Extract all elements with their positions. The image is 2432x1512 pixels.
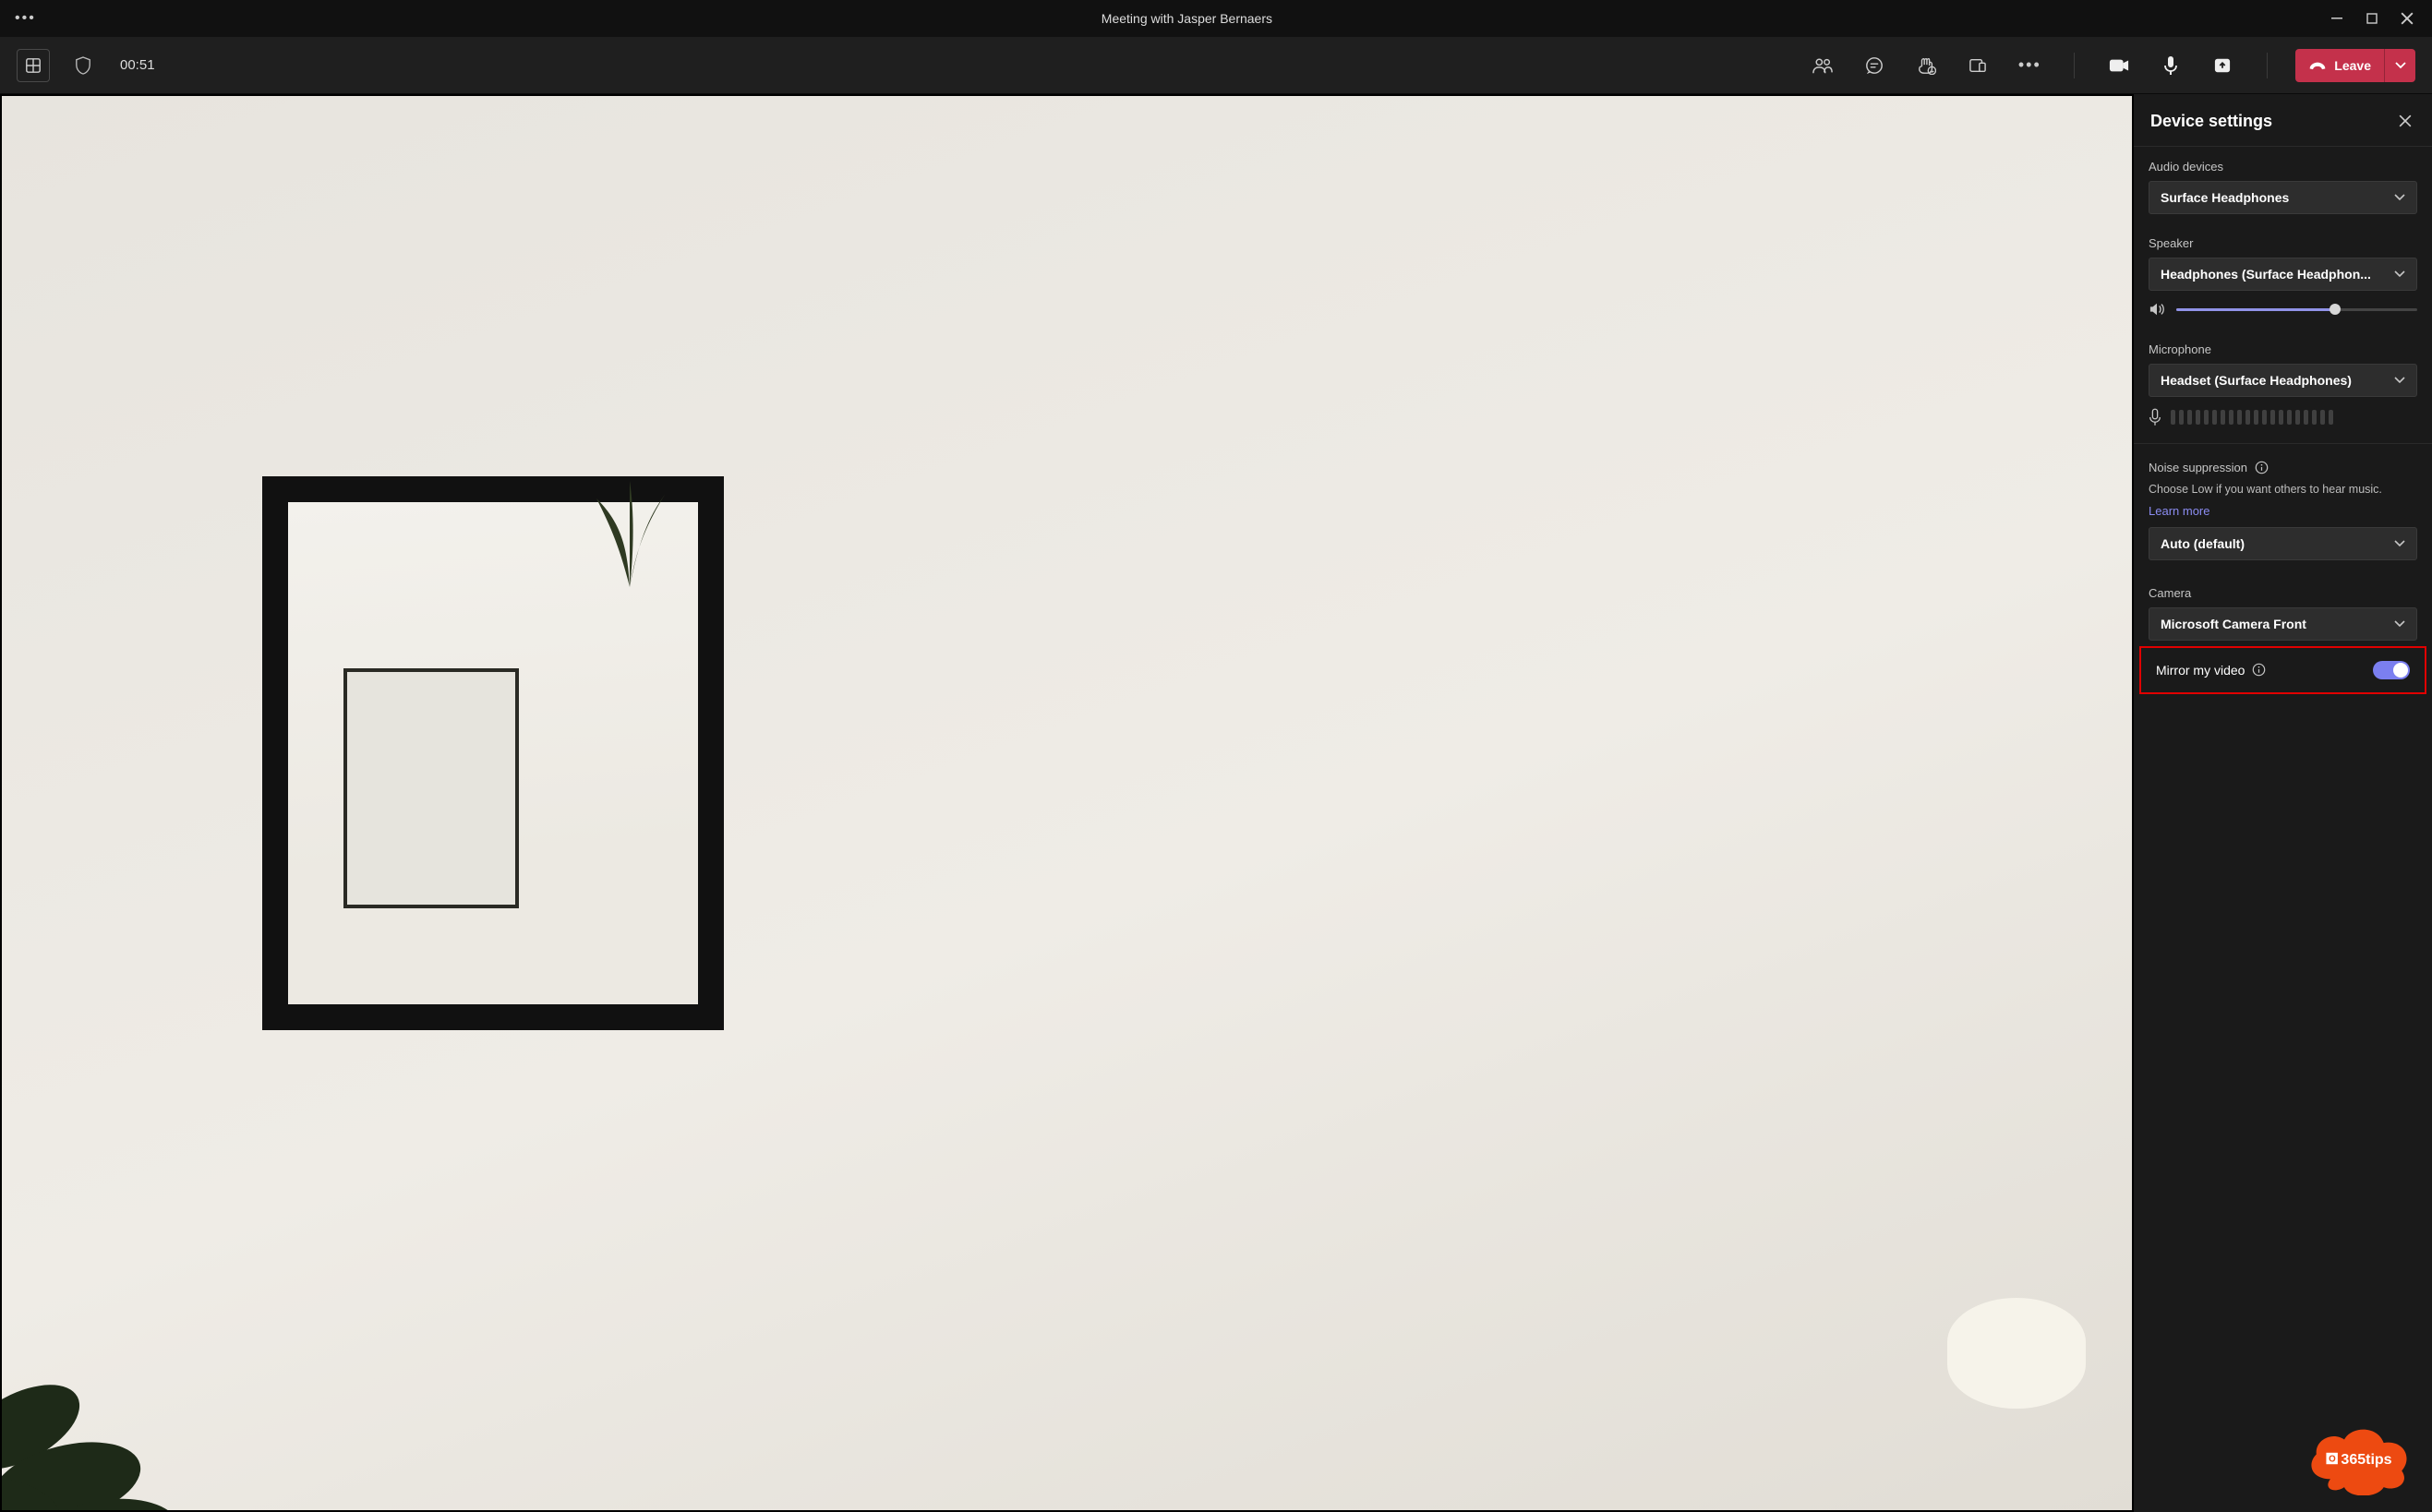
toolbar-divider: [2267, 53, 2268, 78]
speaker-value: Headphones (Surface Headphon...: [2161, 267, 2371, 282]
speaker-label: Speaker: [2149, 236, 2417, 250]
noise-suppression-select[interactable]: Auto (default): [2149, 527, 2417, 560]
info-icon[interactable]: [2252, 663, 2266, 677]
volume-slider[interactable]: [2176, 308, 2417, 311]
mirror-video-toggle[interactable]: [2373, 661, 2410, 679]
info-icon[interactable]: [2255, 461, 2269, 474]
audio-devices-label: Audio devices: [2149, 160, 2417, 174]
mirror-video-row: Mirror my video: [2139, 646, 2426, 694]
chevron-down-icon: [2394, 540, 2405, 547]
leave-label: Leave: [2334, 58, 2371, 73]
maximize-button[interactable]: [2364, 10, 2380, 27]
app-more-button[interactable]: •••: [6, 6, 45, 30]
share-screen-button[interactable]: [2206, 49, 2239, 82]
speaker-icon: [2149, 302, 2165, 317]
hangup-icon: [2308, 60, 2327, 71]
noise-suppression-value: Auto (default): [2161, 536, 2245, 551]
title-bar: ••• Meeting with Jasper Bernaers: [0, 0, 2432, 37]
lamp-decoration: [1947, 1298, 2095, 1501]
volume-fill: [2176, 308, 2335, 311]
microphone-value: Headset (Surface Headphones): [2161, 373, 2352, 388]
privacy-shield-icon[interactable]: [66, 49, 100, 82]
mirror-video-label: Mirror my video: [2156, 663, 2245, 678]
microphone-label: Microphone: [2149, 342, 2417, 356]
chevron-down-icon: [2395, 62, 2406, 69]
plant-decoration: [2, 1270, 205, 1510]
camera-select[interactable]: Microsoft Camera Front: [2149, 607, 2417, 641]
video-feed: [2, 96, 2132, 1510]
noise-suppression-description: Choose Low if you want others to hear mu…: [2149, 482, 2417, 498]
learn-more-link[interactable]: Learn more: [2149, 504, 2417, 518]
leave-dropdown-button[interactable]: [2384, 49, 2415, 82]
speaker-select[interactable]: Headphones (Surface Headphon...: [2149, 258, 2417, 291]
room-mirror: [262, 476, 724, 1030]
camera-value: Microsoft Camera Front: [2161, 617, 2306, 631]
mic-level-meter: [2171, 410, 2333, 425]
rooms-button[interactable]: [1961, 49, 1994, 82]
layout-grid-button[interactable]: [17, 49, 50, 82]
audio-devices-select[interactable]: Surface Headphones: [2149, 181, 2417, 214]
panel-close-button[interactable]: [2395, 111, 2415, 131]
device-settings-panel: Device settings Audio devices Surface He…: [2134, 94, 2432, 1512]
reactions-button[interactable]: [1909, 49, 1943, 82]
toolbar-divider: [2074, 53, 2075, 78]
close-window-button[interactable]: [2399, 10, 2415, 27]
chevron-down-icon: [2394, 194, 2405, 201]
close-icon: [2399, 114, 2412, 127]
panel-title: Device settings: [2150, 112, 2272, 131]
main-area: Device settings Audio devices Surface He…: [0, 94, 2432, 1512]
minimize-button[interactable]: [2329, 10, 2345, 27]
more-actions-button[interactable]: •••: [2013, 49, 2046, 82]
noise-suppression-label: Noise suppression: [2149, 461, 2417, 474]
microphone-select[interactable]: Headset (Surface Headphones): [2149, 364, 2417, 397]
chat-button[interactable]: [1858, 49, 1891, 82]
microphone-toggle-button[interactable]: [2154, 49, 2187, 82]
leave-button[interactable]: Leave: [2295, 49, 2415, 82]
chevron-down-icon: [2394, 377, 2405, 384]
meeting-toolbar: 00:51 •••: [0, 37, 2432, 94]
participants-button[interactable]: [1806, 49, 1839, 82]
elapsed-time: 00:51: [120, 57, 155, 73]
chevron-down-icon: [2394, 620, 2405, 628]
window-title: Meeting with Jasper Bernaers: [45, 11, 2329, 26]
chevron-down-icon: [2394, 270, 2405, 278]
volume-thumb[interactable]: [2330, 304, 2341, 315]
camera-label: Camera: [2149, 586, 2417, 600]
microphone-icon: [2149, 408, 2161, 426]
camera-toggle-button[interactable]: [2102, 49, 2136, 82]
audio-devices-value: Surface Headphones: [2161, 190, 2289, 205]
